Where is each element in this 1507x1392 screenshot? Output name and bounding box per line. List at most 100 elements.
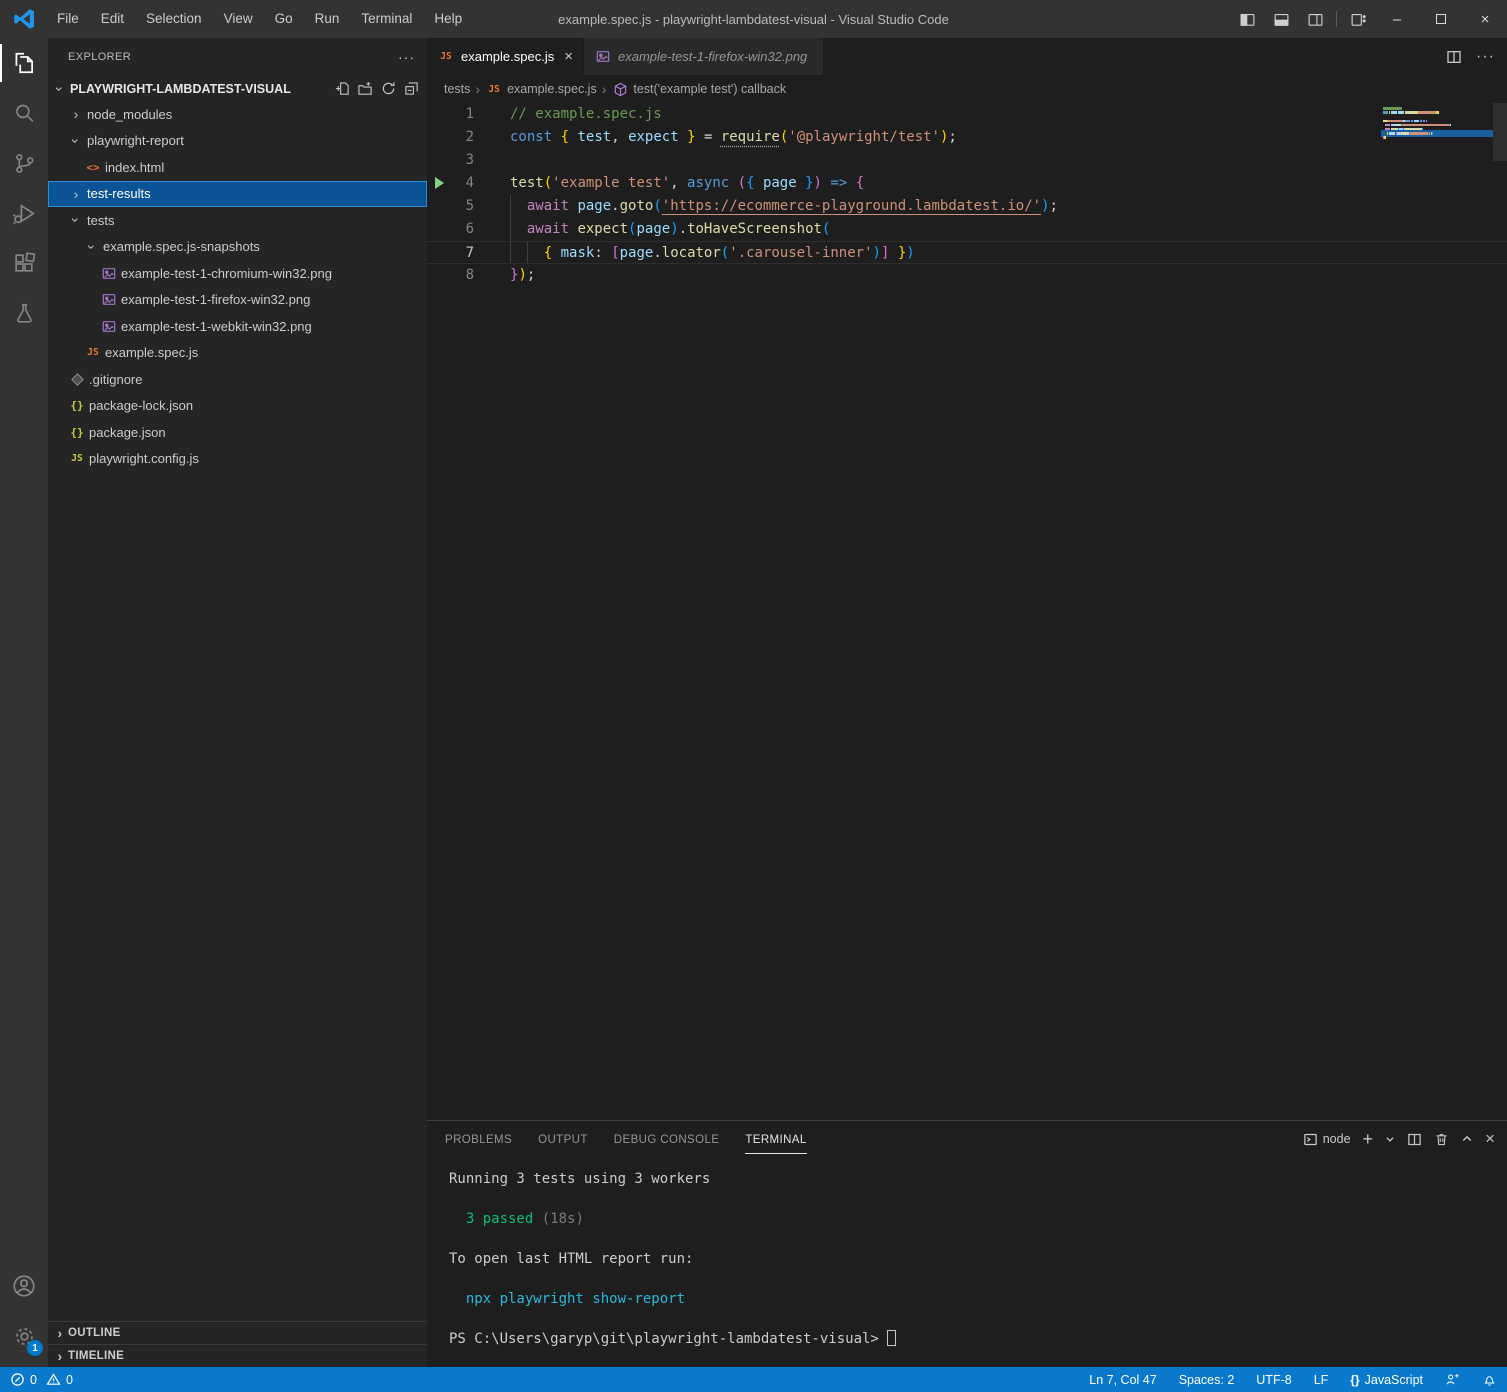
tab-example-test-1-firefox-win32.png[interactable]: example-test-1-firefox-win32.png (584, 38, 824, 75)
status-bar: 0 0 Ln 7, Col 47 Spaces: 2 UTF-8 LF {}JavaSc… (0, 1367, 1507, 1392)
code-line-5[interactable]: 5 await page.goto('https://ecommerce-pla… (427, 195, 1507, 218)
split-editor-icon[interactable] (1446, 49, 1462, 65)
status-language-mode[interactable]: {}JavaScript (1350, 1373, 1423, 1387)
status-bar-right: Ln 7, Col 47 Spaces: 2 UTF-8 LF {}JavaScript (1089, 1372, 1497, 1387)
new-folder-icon[interactable] (358, 81, 373, 96)
toggle-primary-sidebar-icon[interactable] (1230, 0, 1264, 38)
section-timeline[interactable]: ›TIMELINE (48, 1344, 427, 1367)
breadcrumb-label: tests (444, 82, 470, 96)
close-panel-icon[interactable]: × (1485, 1129, 1495, 1149)
split-terminal-icon[interactable] (1407, 1132, 1422, 1147)
account-icon[interactable] (0, 1261, 48, 1311)
toggle-secondary-sidebar-icon[interactable] (1298, 0, 1332, 38)
notifications-bell-icon[interactable] (1482, 1372, 1497, 1387)
activity-source-control[interactable] (0, 138, 48, 188)
terminal-output[interactable]: Running 3 tests using 3 workers 3 passed… (427, 1157, 1507, 1367)
tree-item-playwright.config.js[interactable]: JSplaywright.config.js (48, 446, 427, 473)
problems-status[interactable]: 0 0 (10, 1372, 73, 1387)
tree-item-package.json[interactable]: {}package.json (48, 419, 427, 446)
menu-view[interactable]: View (213, 0, 264, 38)
explorer-actions (335, 81, 419, 96)
status-label: UTF-8 (1256, 1373, 1291, 1387)
tree-item-example-test-1-firefox-win32.png[interactable]: example-test-1-firefox-win32.png (48, 287, 427, 314)
close-tab-icon[interactable]: × (564, 48, 573, 65)
code-line-2[interactable]: 2const { test, expect } = require('@play… (427, 126, 1507, 149)
menu-file[interactable]: File (46, 0, 90, 38)
tree-item-label: node_modules (87, 107, 172, 122)
menu-selection[interactable]: Selection (135, 0, 213, 38)
customize-layout-icon[interactable] (1341, 0, 1375, 38)
collapse-folders-icon[interactable] (404, 81, 419, 96)
status-eol[interactable]: LF (1314, 1373, 1329, 1387)
tree-item-index.html[interactable]: <>index.html (48, 154, 427, 181)
code-line-7[interactable]: 7 { mask: [page.locator('.carousel-inner… (427, 241, 1507, 264)
tab-example.spec.js[interactable]: JSexample.spec.js× (427, 38, 584, 75)
refresh-explorer-icon[interactable] (381, 81, 396, 96)
menu-run[interactable]: Run (304, 0, 351, 38)
panel-tab-debug-console[interactable]: DEBUG CONSOLE (614, 1125, 720, 1154)
status-indentation[interactable]: Spaces: 2 (1179, 1373, 1235, 1387)
minimap-line (1383, 107, 1491, 110)
activity-explorer[interactable] (0, 38, 48, 88)
new-file-icon[interactable] (335, 81, 350, 96)
code-line-3[interactable]: 3 (427, 149, 1507, 172)
minimize-button[interactable]: – (1375, 0, 1419, 38)
project-section-header[interactable]: › PLAYWRIGHT-LAMBDATEST-VISUAL (48, 76, 427, 101)
bottom-panel: PROBLEMS OUTPUT DEBUG CONSOLE TERMINAL node… (427, 1120, 1507, 1367)
status-encoding[interactable]: UTF-8 (1256, 1373, 1291, 1387)
menu-help[interactable]: Help (423, 0, 473, 38)
toggle-panel-icon[interactable] (1264, 0, 1298, 38)
tree-item-example-test-1-webkit-win32.png[interactable]: example-test-1-webkit-win32.png (48, 313, 427, 340)
run-test-icon[interactable] (435, 177, 444, 189)
tree-item-example.spec.js[interactable]: JSexample.spec.js (48, 340, 427, 367)
tree-item-.gitignore[interactable]: .gitignore (48, 366, 427, 393)
terminal-profile[interactable]: node (1303, 1132, 1351, 1147)
maximize-panel-icon[interactable] (1461, 1133, 1473, 1145)
section-outline[interactable]: ›OUTLINE (48, 1321, 427, 1344)
close-button[interactable]: × (1463, 0, 1507, 38)
tree-item-tests[interactable]: ›tests (48, 207, 427, 234)
activity-extensions[interactable] (0, 238, 48, 288)
code-line-6[interactable]: 6 await expect(page).toHaveScreenshot( (427, 218, 1507, 241)
code-line-1[interactable]: 1// example.spec.js (427, 103, 1507, 126)
minimap[interactable] (1383, 107, 1491, 141)
terminal-dropdown-icon[interactable] (1385, 1134, 1395, 1144)
breadcrumb-1[interactable]: tests (444, 82, 470, 96)
activity-run-and-debug[interactable] (0, 188, 48, 238)
menu-go[interactable]: Go (264, 0, 304, 38)
maximize-button[interactable] (1419, 0, 1463, 38)
tree-item-example.spec.js-snapshots[interactable]: ›example.spec.js-snapshots (48, 234, 427, 261)
editor-scrollbar[interactable] (1493, 103, 1507, 161)
panel-tab-output[interactable]: OUTPUT (538, 1125, 588, 1154)
new-terminal-icon[interactable]: + (1363, 1129, 1374, 1150)
tree-item-label: example-test-1-webkit-win32.png (121, 319, 312, 334)
terminal-line (449, 1229, 1507, 1249)
code-editor[interactable]: 1// example.spec.js2const { test, expect… (427, 103, 1507, 1120)
panel-tab-terminal[interactable]: TERMINAL (745, 1125, 806, 1154)
status-cursor-position[interactable]: Ln 7, Col 47 (1089, 1373, 1156, 1387)
breadcrumb-3[interactable]: test('example test') callback (611, 82, 786, 97)
line-content: const { test, expect } = require('@playw… (510, 126, 957, 149)
panel-tab-problems[interactable]: PROBLEMS (445, 1125, 512, 1154)
tree-item-package-lock.json[interactable]: {}package-lock.json (48, 393, 427, 420)
kill-terminal-icon[interactable] (1434, 1132, 1449, 1147)
minimap-line (1383, 120, 1491, 123)
views-more-actions-icon[interactable]: ··· (398, 49, 415, 65)
tree-item-playwright-report[interactable]: ›playwright-report (48, 128, 427, 155)
more-actions-icon[interactable]: ··· (1476, 48, 1495, 66)
feedback-icon[interactable] (1445, 1372, 1460, 1387)
indent-guide (510, 218, 511, 241)
tree-item-test-results[interactable]: ›test-results (48, 181, 427, 208)
code-line-4[interactable]: 4test('example test', async ({ page }) =… (427, 172, 1507, 195)
activity-testing[interactable] (0, 288, 48, 338)
activity-search[interactable] (0, 88, 48, 138)
settings-gear-icon[interactable]: 1 (0, 1311, 48, 1361)
menu-terminal[interactable]: Terminal (350, 0, 423, 38)
terminal-line (449, 1269, 1507, 1289)
tree-item-node_modules[interactable]: ›node_modules (48, 101, 427, 128)
tree-item-label: playwright-report (87, 133, 184, 148)
code-line-8[interactable]: 8}); (427, 264, 1507, 287)
menu-edit[interactable]: Edit (90, 0, 135, 38)
tree-item-example-test-1-chromium-win32.png[interactable]: example-test-1-chromium-win32.png (48, 260, 427, 287)
breadcrumb-2[interactable]: JSexample.spec.js (485, 82, 597, 96)
